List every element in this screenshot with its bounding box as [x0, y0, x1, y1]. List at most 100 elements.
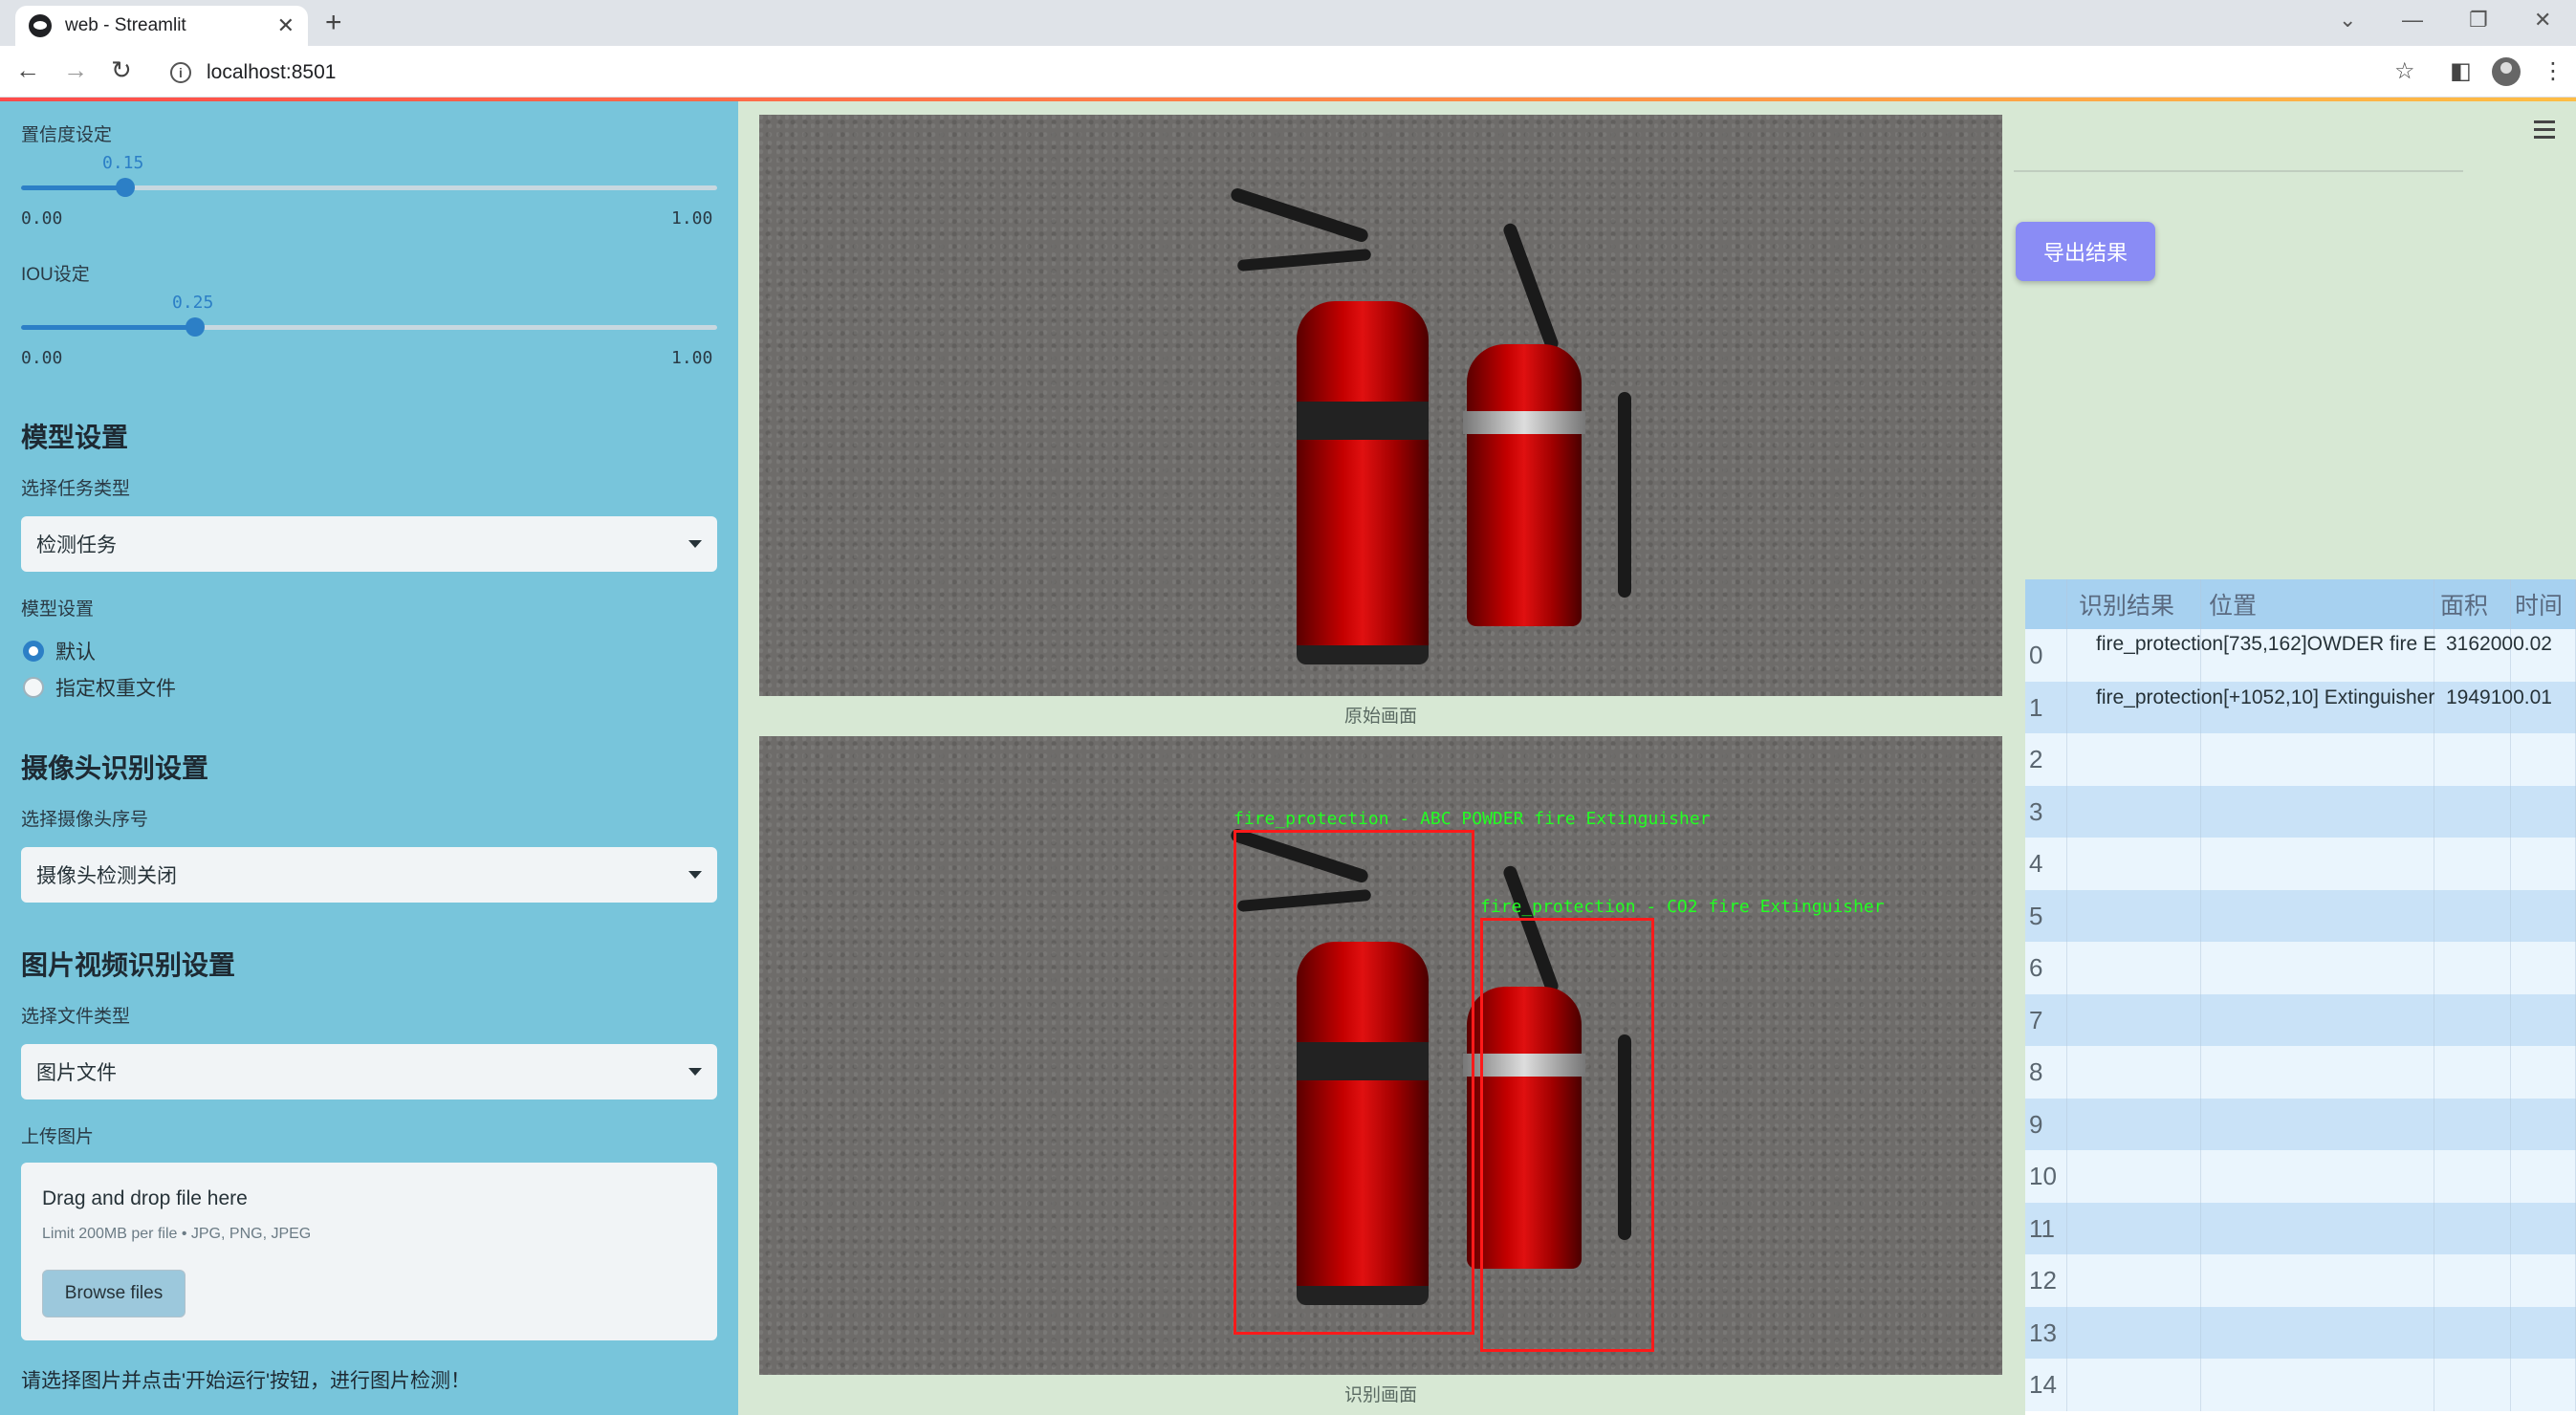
table-cell[interactable] — [2434, 1150, 2511, 1203]
confidence-slider-thumb[interactable] — [116, 178, 136, 197]
table-cell[interactable] — [2511, 785, 2576, 838]
table-cell[interactable] — [2434, 1098, 2511, 1151]
browser-menu-icon[interactable]: ⋮ — [2542, 57, 2565, 85]
tab-search-icon[interactable]: ⌄ — [2339, 8, 2356, 33]
table-row[interactable]: 12 — [2025, 1254, 2576, 1307]
table-cell[interactable] — [2201, 1254, 2434, 1307]
table-cell[interactable] — [2434, 1202, 2511, 1255]
results-table[interactable]: 识别结果 位置 面积 时间 0 1 2 3 4 5 6 7 8 9 10 11 12 13 14 fire_… — [2025, 579, 2576, 1415]
table-row[interactable]: 9 — [2025, 1098, 2576, 1151]
table-cell[interactable] — [2067, 838, 2201, 890]
export-results-button[interactable]: 导出结果 — [2016, 222, 2155, 281]
table-cell[interactable] — [2511, 1046, 2576, 1099]
table-cell[interactable] — [2434, 1359, 2511, 1411]
table-row[interactable]: 14 — [2025, 1359, 2576, 1411]
table-cell[interactable] — [2511, 1150, 2576, 1203]
task-type-select[interactable]: 检测任务 — [21, 516, 717, 572]
table-cell[interactable] — [2067, 1098, 2201, 1151]
table-cell[interactable] — [2067, 1202, 2201, 1255]
camera-index-select[interactable]: 摄像头检测关闭 — [21, 847, 717, 903]
table-row[interactable]: 4 — [2025, 838, 2576, 890]
header-area[interactable]: 面积 — [2434, 579, 2511, 629]
back-icon[interactable]: ← — [15, 55, 40, 85]
table-cell[interactable] — [2434, 838, 2511, 890]
forward-icon[interactable]: → — [63, 55, 88, 85]
table-cell[interactable] — [2434, 889, 2511, 943]
table-cell[interactable] — [2434, 1046, 2511, 1099]
reload-icon[interactable]: ↻ — [111, 55, 132, 85]
iou-slider[interactable] — [21, 317, 717, 337]
table-cell[interactable] — [2201, 889, 2434, 943]
table-cell[interactable] — [2201, 733, 2434, 786]
table-row[interactable]: 5 — [2025, 889, 2576, 943]
header-position[interactable]: 位置 — [2201, 579, 2434, 629]
table-cell[interactable] — [2201, 785, 2434, 838]
table-cell[interactable] — [2511, 838, 2576, 890]
table-cell[interactable] — [2201, 1098, 2434, 1151]
table-cell[interactable] — [2434, 993, 2511, 1047]
site-info-icon[interactable]: i — [170, 62, 191, 83]
table-cell[interactable] — [2511, 1306, 2576, 1360]
table-cell[interactable] — [2511, 1359, 2576, 1411]
table-row[interactable]: 11 — [2025, 1202, 2576, 1255]
table-cell[interactable] — [2067, 1046, 2201, 1099]
table-cell[interactable] — [2201, 942, 2434, 994]
table-row[interactable]: 10 — [2025, 1150, 2576, 1203]
browser-tab[interactable]: web - Streamlit ✕ — [15, 6, 308, 46]
table-cell[interactable] — [2434, 785, 2511, 838]
table-row[interactable]: 13 — [2025, 1306, 2576, 1360]
table-row[interactable]: 2 — [2025, 733, 2576, 786]
table-cell[interactable] — [2434, 942, 2511, 994]
table-cell[interactable] — [2067, 993, 2201, 1047]
new-tab-icon[interactable]: + — [325, 6, 342, 40]
confidence-slider[interactable] — [21, 178, 717, 197]
header-time[interactable]: 时间 — [2511, 579, 2576, 629]
table-cell[interactable] — [2434, 733, 2511, 786]
table-cell[interactable] — [2067, 1150, 2201, 1203]
table-cell[interactable] — [2511, 993, 2576, 1047]
browse-files-button[interactable]: Browse files — [42, 1270, 186, 1317]
table-cell[interactable] — [2067, 1306, 2201, 1360]
table-cell[interactable] — [2511, 733, 2576, 786]
table-cell[interactable] — [2201, 1306, 2434, 1360]
radio-custom-weights[interactable]: 指定权重文件 — [23, 673, 176, 702]
table-cell[interactable] — [2067, 942, 2201, 994]
header-result[interactable]: 识别结果 — [2067, 579, 2201, 629]
table-cell[interactable] — [2201, 993, 2434, 1047]
file-uploader-dropzone[interactable]: Drag and drop file here Limit 200MB per … — [21, 1163, 717, 1340]
media-section-heading: 图片视频识别设置 — [21, 950, 236, 980]
table-cell[interactable] — [2511, 942, 2576, 994]
table-cell[interactable] — [2201, 1359, 2434, 1411]
table-cell[interactable] — [2511, 889, 2576, 943]
table-cell[interactable] — [2067, 733, 2201, 786]
minimize-icon[interactable]: — — [2402, 8, 2423, 33]
table-cell[interactable] — [2067, 1254, 2201, 1307]
table-row[interactable]: 7 — [2025, 993, 2576, 1047]
table-cell[interactable] — [2511, 1254, 2576, 1307]
bookmark-star-icon[interactable]: ☆ — [2394, 57, 2415, 85]
side-panel-icon[interactable]: ◧ — [2450, 57, 2472, 85]
table-cell[interactable] — [2067, 889, 2201, 943]
table-cell[interactable] — [2201, 1150, 2434, 1203]
table-cell[interactable] — [2511, 1098, 2576, 1151]
iou-slider-thumb[interactable] — [186, 317, 205, 337]
table-cell[interactable] — [2201, 1046, 2434, 1099]
restore-icon[interactable]: ❐ — [2469, 8, 2488, 33]
table-cell[interactable] — [2434, 1254, 2511, 1307]
table-cell[interactable] — [2434, 1306, 2511, 1360]
table-cell[interactable] — [2201, 838, 2434, 890]
omnibox[interactable]: i localhost:8501 — [153, 54, 2371, 92]
table-row[interactable]: 6 — [2025, 942, 2576, 994]
profile-avatar-icon[interactable] — [2492, 57, 2521, 86]
file-type-select[interactable]: 图片文件 — [21, 1044, 717, 1099]
table-row[interactable]: 3 — [2025, 785, 2576, 838]
close-window-icon[interactable]: ✕ — [2534, 8, 2551, 33]
table-cell[interactable] — [2067, 1359, 2201, 1411]
table-cell[interactable] — [2067, 785, 2201, 838]
table-cell[interactable] — [2511, 1202, 2576, 1255]
table-cell[interactable] — [2201, 1202, 2434, 1255]
close-tab-icon[interactable]: ✕ — [277, 13, 295, 38]
table-row[interactable]: 8 — [2025, 1046, 2576, 1099]
app-menu-icon[interactable] — [2534, 120, 2555, 143]
radio-default[interactable]: 默认 — [23, 637, 96, 665]
